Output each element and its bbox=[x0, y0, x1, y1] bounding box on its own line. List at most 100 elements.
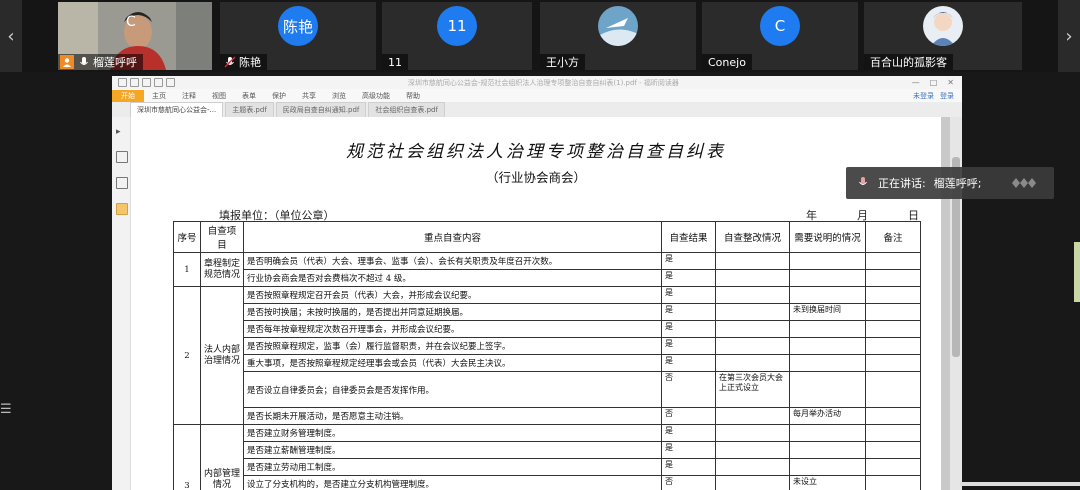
explanation bbox=[789, 286, 866, 304]
redo-icon[interactable] bbox=[166, 78, 175, 87]
participant-tile[interactable]: 陈艳 陈艳 bbox=[220, 2, 376, 70]
row-number: 3 bbox=[173, 424, 201, 490]
table-row: 重大事项，是否按照章程规定经理事会或会员（代表）大会民主决议。 是 bbox=[174, 354, 921, 372]
close-icon[interactable]: ✕ bbox=[947, 78, 954, 87]
save-icon[interactable] bbox=[130, 78, 139, 87]
fix-status bbox=[715, 441, 790, 459]
menu-handle-icon[interactable]: ☰ bbox=[0, 402, 12, 422]
explanation bbox=[789, 337, 866, 355]
check-item: 是否建立劳动用工制度。 bbox=[243, 458, 662, 476]
document-page: 规范社会组织法人治理专项整治自查自纠表 （行业协会商会） 填报单位：（单位公章）… bbox=[131, 117, 941, 490]
explanation bbox=[789, 320, 866, 338]
menu-item-browse[interactable]: 浏览 bbox=[324, 91, 354, 101]
fix-status bbox=[715, 458, 790, 476]
document-viewport[interactable]: 规范社会组织法人治理专项整治自查自纠表 （行业协会商会） 填报单位：（单位公章）… bbox=[131, 117, 962, 490]
row-number: 2 bbox=[173, 286, 201, 425]
side-panel-handle[interactable] bbox=[1074, 242, 1080, 302]
menu-item-share[interactable]: 共享 bbox=[294, 91, 324, 101]
remark bbox=[865, 475, 921, 490]
explanation bbox=[789, 458, 866, 476]
participant-tile-video[interactable]: C 榴莲呼呼 bbox=[58, 2, 212, 70]
fix-status bbox=[715, 286, 790, 304]
remark bbox=[865, 269, 921, 287]
pdf-reader-window: 深圳市慈航同心公益会-规范社会组织法人治理专项整治自查自纠表(1).pdf - … bbox=[112, 76, 962, 490]
remark bbox=[865, 458, 921, 476]
check-result: 是 bbox=[661, 441, 716, 459]
participant-name: 11 bbox=[388, 55, 402, 69]
table-row: 1 章程制定规范情况 是否明确会员（代表）大会、理事会、监事（会）、会长有关职责… bbox=[173, 252, 921, 287]
menu-item-advanced[interactable]: 高级功能 bbox=[354, 91, 398, 101]
explanation bbox=[789, 424, 866, 442]
bottom-edge-bar bbox=[960, 482, 1080, 486]
avatar-image bbox=[923, 6, 963, 46]
participant-name: 王小方 bbox=[546, 56, 579, 69]
menu-item-protect[interactable]: 保护 bbox=[264, 91, 294, 101]
document-tabs: 深圳市慈航同心公益会-... 主题表.pdf 民政局自查自纠通知.pdf 社会组… bbox=[112, 102, 962, 118]
window-title: 深圳市慈航同心公益会-规范社会组织法人治理专项整治自查自纠表(1).pdf - … bbox=[407, 78, 679, 87]
menu-item-comment[interactable]: 注释 bbox=[174, 91, 204, 101]
expand-panel-icon[interactable]: ▸ bbox=[116, 127, 126, 137]
undo-icon[interactable] bbox=[154, 78, 163, 87]
audio-wave-icon bbox=[1012, 178, 1036, 188]
open-icon[interactable] bbox=[118, 78, 127, 87]
strip-prev-button[interactable]: ‹ bbox=[0, 0, 22, 72]
fix-status bbox=[715, 354, 790, 372]
speaking-indicator: 正在讲话: 榴莲呼呼; bbox=[846, 167, 1054, 199]
fix-status bbox=[715, 407, 790, 425]
microphone-muted-icon bbox=[224, 56, 236, 68]
check-item: 行业协会商会是否对会费档次不超过 4 级。 bbox=[243, 269, 662, 287]
row-category: 章程制定规范情况 bbox=[200, 252, 244, 287]
print-icon[interactable] bbox=[142, 78, 151, 87]
quick-access-toolbar bbox=[118, 78, 175, 87]
table-row: 是否建立薪酬管理制度。 是 bbox=[174, 441, 921, 459]
explanation bbox=[789, 441, 866, 459]
account-status[interactable]: 未登录 bbox=[913, 91, 934, 101]
strip-next-button[interactable]: › bbox=[1058, 0, 1080, 72]
check-result: 是 bbox=[661, 303, 716, 321]
tab-document-4[interactable]: 社会组织自查表.pdf bbox=[368, 102, 445, 117]
explanation: 未设立 bbox=[789, 475, 866, 490]
remark bbox=[865, 286, 921, 304]
check-item: 是否按照章程规定，监事（会）履行监督职责，并在会议纪要上签字。 bbox=[243, 337, 662, 355]
explanation bbox=[789, 252, 866, 270]
check-item: 是否建立财务管理制度。 bbox=[243, 424, 662, 442]
participant-tile[interactable]: 王小方 bbox=[540, 2, 696, 70]
login-link[interactable]: 登录 bbox=[940, 91, 954, 101]
check-result: 是 bbox=[661, 424, 716, 442]
menu-item-help[interactable]: 帮助 bbox=[398, 91, 428, 101]
fix-status: 在第三次会员大会上正式设立 bbox=[715, 371, 790, 408]
comments-icon[interactable] bbox=[116, 203, 128, 215]
tab-document-2[interactable]: 主题表.pdf bbox=[225, 102, 274, 117]
participant-name: 陈艳 bbox=[239, 56, 261, 69]
table-row: 行业协会商会是否对会费档次不超过 4 级。 是 bbox=[174, 269, 921, 287]
bookmark-icon[interactable] bbox=[116, 151, 128, 163]
remark bbox=[865, 337, 921, 355]
participant-name-bar: 百合山的孤影客 bbox=[864, 54, 953, 70]
microphone-icon bbox=[80, 57, 88, 65]
column-header: 自查结果 bbox=[661, 221, 716, 253]
menu-item-view[interactable]: 视图 bbox=[204, 91, 234, 101]
pages-icon[interactable] bbox=[116, 177, 128, 189]
participant-tile[interactable]: 百合山的孤影客 bbox=[864, 2, 1022, 70]
menu-item-start[interactable]: 开始 bbox=[112, 89, 144, 102]
explanation bbox=[789, 269, 866, 287]
tab-document-1[interactable]: 深圳市慈航同心公益会-... bbox=[130, 102, 224, 117]
participant-tile[interactable]: C Conejo bbox=[702, 2, 858, 70]
column-header: 自查整改情况 bbox=[715, 221, 790, 253]
participant-strip: ‹ › C 榴莲呼呼 陈艳 陈艳 11 11 王小方 C Conejo 百合山的… bbox=[0, 0, 1080, 72]
speaking-label: 正在讲话: bbox=[878, 177, 926, 190]
remark bbox=[865, 303, 921, 321]
explanation: 未到换届时间 bbox=[789, 303, 866, 321]
tab-document-3[interactable]: 民政局自查自纠通知.pdf bbox=[275, 102, 367, 117]
minimize-icon[interactable]: — bbox=[912, 78, 920, 87]
menu-item-form[interactable]: 表单 bbox=[234, 91, 264, 101]
maximize-icon[interactable]: □ bbox=[930, 78, 938, 87]
menu-item-home[interactable]: 主页 bbox=[144, 91, 174, 101]
check-result: 是 bbox=[661, 269, 716, 287]
participant-tile[interactable]: 11 11 bbox=[382, 2, 532, 70]
check-item: 是否明确会员（代表）大会、理事会、监事（会）、会长有关职责及年度召开次数。 bbox=[243, 252, 662, 270]
check-result: 否 bbox=[661, 407, 716, 425]
participant-name: Conejo bbox=[708, 55, 746, 69]
table-row: 是否设立自律委员会；自律委员会是否发挥作用。 否 在第三次会员大会上正式设立 bbox=[174, 371, 921, 408]
check-item: 是否建立薪酬管理制度。 bbox=[243, 441, 662, 459]
